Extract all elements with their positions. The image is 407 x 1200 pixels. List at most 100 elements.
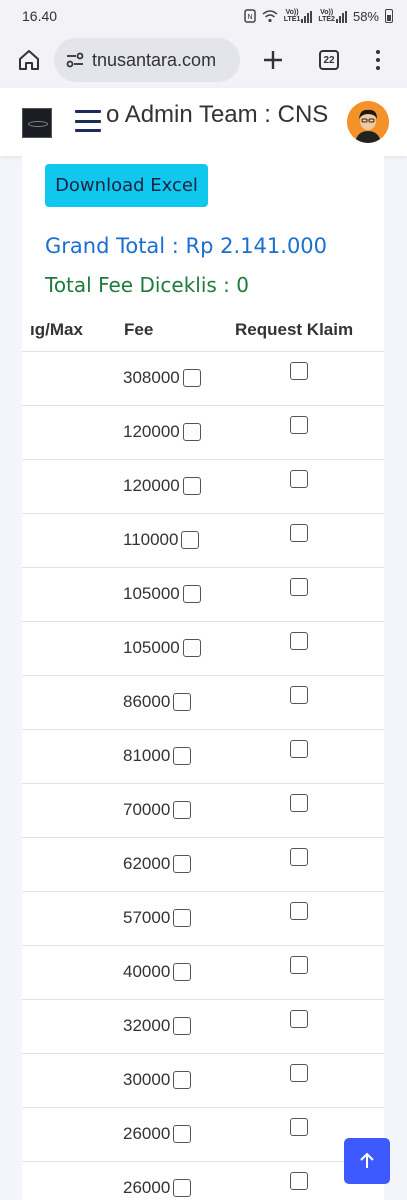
- wifi-icon: [262, 9, 278, 22]
- fee-value: 105000: [123, 584, 180, 603]
- fee-checkbox[interactable]: [173, 855, 192, 873]
- fee-value: 110000: [123, 530, 179, 549]
- battery-percent: 58%: [352, 8, 379, 24]
- app-logo[interactable]: [22, 108, 52, 138]
- status-bar: 16.40 N Vo)) LTE1 Vo)) LTE2 58%: [0, 0, 407, 32]
- fee-cell: 110000: [123, 530, 200, 550]
- fee-cell: 105000: [123, 584, 201, 604]
- fee-checkbox[interactable]: [182, 477, 201, 495]
- sim2-indicator: Vo)) LTE2: [318, 9, 347, 23]
- table-row: 110000: [22, 514, 384, 568]
- svg-text:N: N: [247, 13, 252, 21]
- fee-value: 32000: [123, 1016, 171, 1035]
- new-tab-button[interactable]: [248, 35, 298, 85]
- address-bar[interactable]: tnusantara.com: [54, 38, 240, 82]
- user-avatar-icon: [347, 101, 389, 143]
- page-title: o Admin Team : CNS: [106, 101, 329, 128]
- tab-switcher-button[interactable]: 22: [304, 35, 354, 85]
- fee-checkbox[interactable]: [173, 1071, 192, 1089]
- table-row: 26000: [22, 1162, 384, 1200]
- request-klaim-checkbox[interactable]: [290, 524, 308, 542]
- column-header-request-klaim: Request Klaim: [235, 320, 354, 339]
- fee-checkbox[interactable]: [173, 1017, 192, 1035]
- arrow-up-icon: [360, 1152, 374, 1168]
- fee-cell: 105000: [123, 638, 201, 658]
- fee-value: 26000: [123, 1124, 171, 1143]
- sim2-label: LTE2: [318, 16, 335, 23]
- fee-checkbox[interactable]: [173, 693, 192, 711]
- more-menu-button[interactable]: [358, 35, 398, 85]
- sim1-label: LTE1: [283, 16, 301, 23]
- battery-icon: [385, 9, 393, 23]
- status-time: 16.40: [22, 8, 58, 24]
- grand-total: Grand Total : Rp 2.141.000: [45, 234, 328, 258]
- fee-value: 40000: [123, 962, 171, 981]
- download-excel-button[interactable]: Download Excel: [45, 164, 208, 207]
- fee-cell: 26000: [123, 1178, 192, 1198]
- fee-cell: 120000: [123, 476, 201, 496]
- fee-cell: 81000: [123, 746, 192, 766]
- fee-checkbox[interactable]: [182, 369, 201, 387]
- request-klaim-checkbox[interactable]: [290, 794, 308, 812]
- url-text[interactable]: tnusantara.com: [92, 50, 216, 71]
- request-klaim-checkbox[interactable]: [290, 740, 308, 758]
- app-header: o Admin Team : CNS: [0, 88, 407, 156]
- fee-value: 105000: [123, 638, 180, 657]
- scroll-to-top-button[interactable]: [344, 1138, 390, 1184]
- request-klaim-checkbox[interactable]: [290, 902, 308, 920]
- table-row: 70000: [22, 784, 384, 838]
- fee-value: 308000: [123, 368, 180, 387]
- hamburger-menu-icon[interactable]: [75, 108, 101, 134]
- request-klaim-checkbox[interactable]: [290, 1010, 308, 1028]
- table-row: 105000: [22, 568, 384, 622]
- fee-checkbox[interactable]: [182, 423, 201, 441]
- home-button[interactable]: [4, 35, 54, 85]
- total-fee-checked: Total Fee Diceklis : 0: [45, 273, 249, 297]
- fee-checkbox[interactable]: [173, 747, 192, 765]
- tab-switcher-icon: 22: [319, 50, 339, 70]
- fee-cell: 308000: [123, 368, 201, 388]
- fee-checkbox[interactable]: [173, 1125, 192, 1143]
- request-klaim-checkbox[interactable]: [290, 1172, 308, 1190]
- fee-cell: 62000: [123, 854, 192, 874]
- table-row: 32000: [22, 1000, 384, 1054]
- fee-checkbox[interactable]: [173, 1179, 192, 1197]
- table-row: 57000: [22, 892, 384, 946]
- fee-value: 120000: [123, 422, 180, 441]
- fee-checkbox[interactable]: [182, 585, 201, 603]
- table-row: 120000: [22, 460, 384, 514]
- request-klaim-checkbox[interactable]: [290, 362, 308, 380]
- avatar[interactable]: [347, 101, 389, 143]
- volte-label: Vo)): [320, 9, 334, 16]
- fee-checkbox[interactable]: [181, 531, 200, 549]
- request-klaim-checkbox[interactable]: [290, 632, 308, 650]
- request-klaim-checkbox[interactable]: [290, 416, 308, 434]
- more-vertical-icon: [376, 50, 380, 54]
- table-body: 308000 120000 120000 110000 105000 105000 8600…: [22, 352, 384, 1200]
- fee-cell: 32000: [123, 1016, 192, 1036]
- browser-toolbar: tnusantara.com 22: [0, 32, 407, 88]
- content-card: Download Excel Grand Total : Rp 2.141.00…: [22, 156, 384, 1200]
- status-icons: N Vo)) LTE1 Vo)) LTE2 58%: [244, 9, 393, 24]
- fee-checkbox[interactable]: [173, 801, 192, 819]
- column-header-max: ıg/Max: [30, 320, 83, 339]
- request-klaim-checkbox[interactable]: [290, 1064, 308, 1082]
- fee-cell: 70000: [123, 800, 192, 820]
- request-klaim-checkbox[interactable]: [290, 470, 308, 488]
- fee-checkbox[interactable]: [182, 639, 201, 657]
- fee-checkbox[interactable]: [173, 909, 192, 927]
- fee-value: 86000: [123, 692, 171, 711]
- site-settings-icon[interactable]: [66, 52, 84, 68]
- table-row: 62000: [22, 838, 384, 892]
- volte-label: Vo)): [285, 9, 299, 16]
- fee-cell: 40000: [123, 962, 192, 982]
- table-row: 308000: [22, 352, 384, 406]
- request-klaim-checkbox[interactable]: [290, 956, 308, 974]
- sim1-indicator: Vo)) LTE1: [284, 9, 313, 23]
- request-klaim-checkbox[interactable]: [290, 686, 308, 704]
- table-row: 120000: [22, 406, 384, 460]
- request-klaim-checkbox[interactable]: [290, 848, 308, 866]
- request-klaim-checkbox[interactable]: [290, 1118, 308, 1136]
- fee-checkbox[interactable]: [173, 963, 192, 981]
- request-klaim-checkbox[interactable]: [290, 578, 308, 596]
